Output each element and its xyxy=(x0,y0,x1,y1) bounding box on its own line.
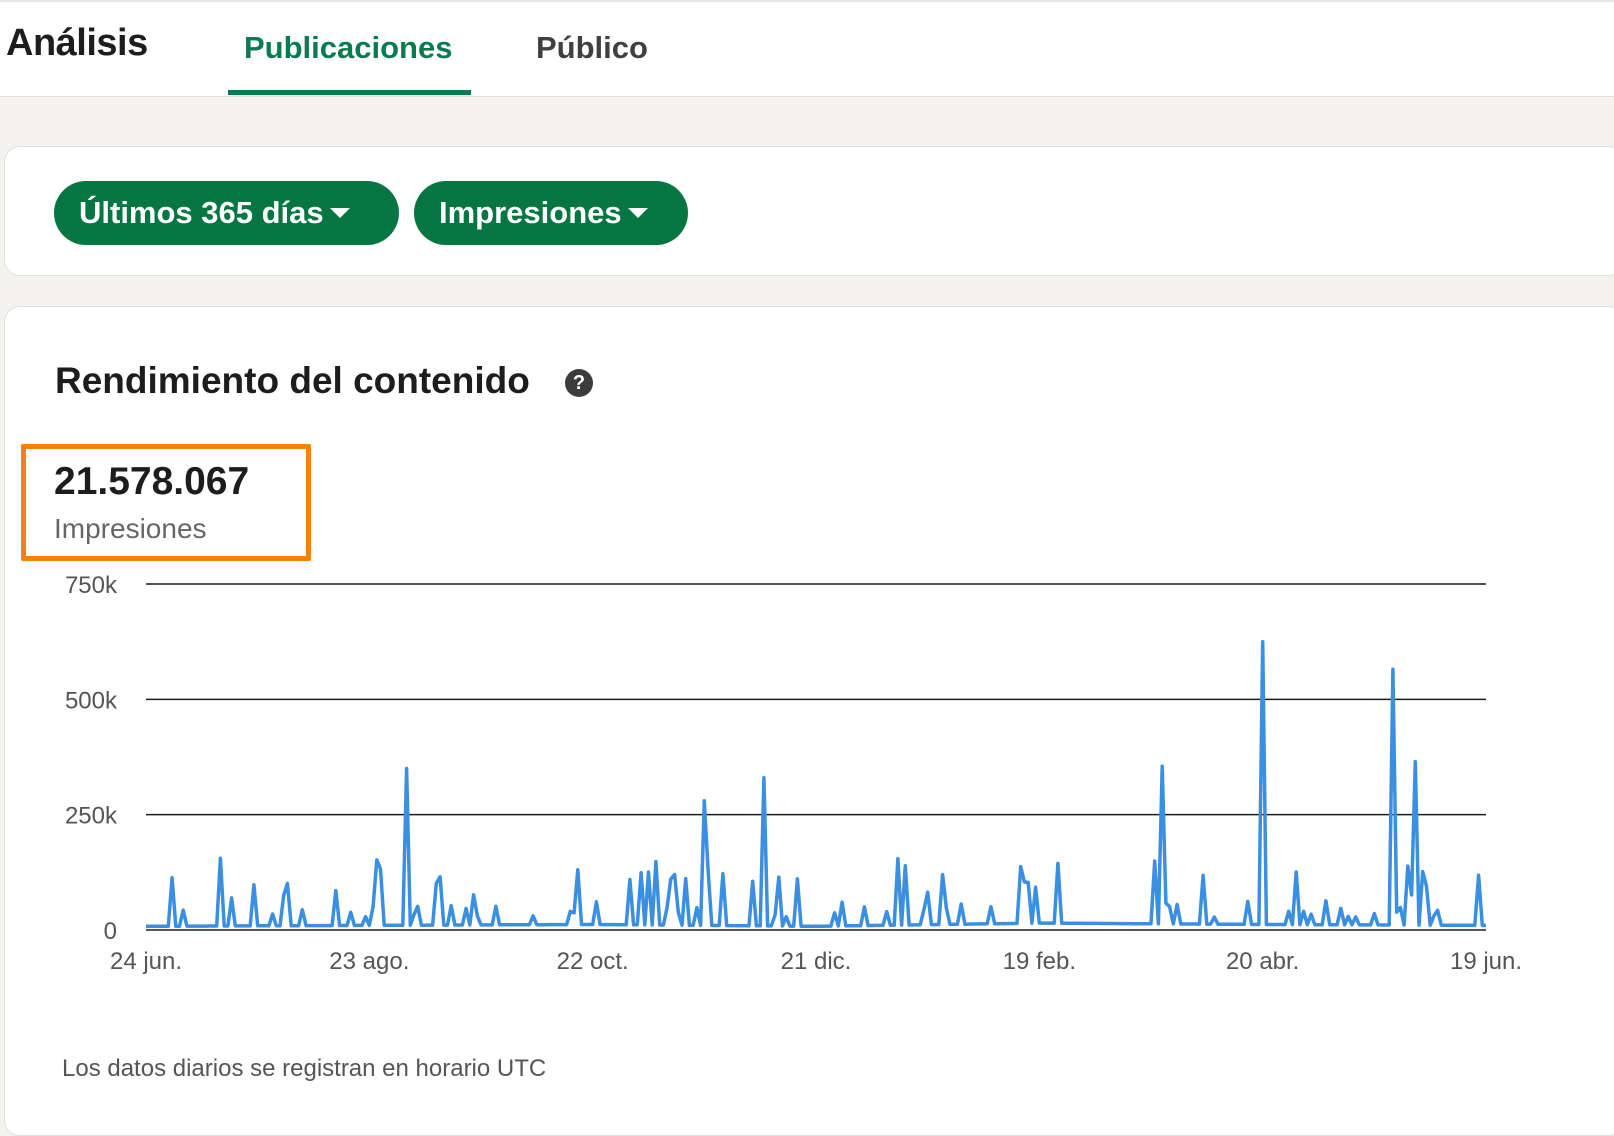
active-tab-indicator xyxy=(228,90,471,95)
x-tick-label: 19 feb. xyxy=(1003,948,1076,975)
y-tick-label: 250k xyxy=(65,803,118,830)
y-tick-label: 0 xyxy=(104,918,117,945)
x-tick-label: 20 abr. xyxy=(1226,948,1299,975)
tab-publico[interactable]: Público xyxy=(536,30,648,66)
x-tick-label: 22 oct. xyxy=(557,948,629,975)
utc-footnote: Los datos diarios se registran en horari… xyxy=(62,1055,547,1082)
period-dropdown-label: Últimos 365 días xyxy=(79,195,324,230)
filter-card: Últimos 365 días Impresiones xyxy=(4,146,1614,276)
x-tick-label: 23 ago. xyxy=(329,948,409,975)
x-tick-label: 21 dic. xyxy=(781,948,852,975)
x-tick-label: 24 jun. xyxy=(110,948,182,975)
page-title: Análisis xyxy=(6,22,148,64)
caret-down-icon xyxy=(627,208,648,218)
y-tick-label: 750k xyxy=(65,572,118,599)
impressions-series-line xyxy=(146,639,1486,929)
metric-dropdown-button[interactable]: Impresiones xyxy=(414,181,688,245)
top-navigation: Análisis Publicaciones Público xyxy=(0,0,1614,97)
tab-publicaciones[interactable]: Publicaciones xyxy=(244,30,452,66)
metric-dropdown-label: Impresiones xyxy=(439,195,622,230)
caret-down-icon xyxy=(329,208,350,218)
x-tick-label: 19 jun. xyxy=(1450,948,1522,975)
y-tick-label: 500k xyxy=(65,687,118,714)
impressions-line-chart: 0 250k 500k 750k 24 jun. 23 ago. 22 oct. 21 dic… xyxy=(65,572,1522,975)
period-dropdown-button[interactable]: Últimos 365 días xyxy=(54,181,399,245)
content-performance-card: Rendimiento del contenido ? 21.578.067 I… xyxy=(4,306,1614,1136)
